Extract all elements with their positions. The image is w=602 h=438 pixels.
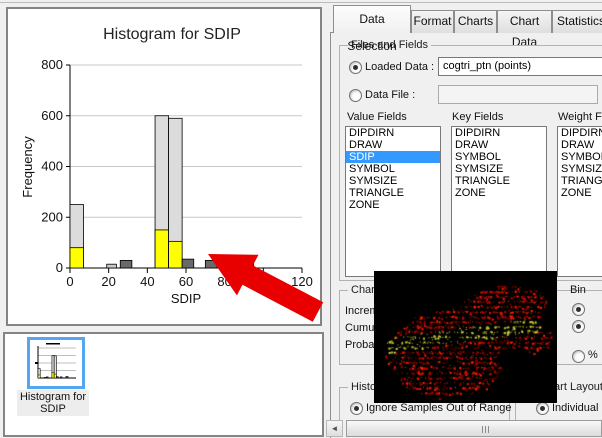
svg-text:100: 100 [252, 274, 274, 289]
weight-fields-label: Weight Fields [558, 111, 602, 123]
key-fields-label: Key Fields [452, 111, 503, 123]
chart-thumbnail-caption[interactable]: Histogram for SDIP [17, 390, 89, 416]
chart-panel: 0 200 400 600 800 0 20 40 60 80 100 120 Histogram fo… [6, 7, 322, 326]
individual-radio[interactable] [536, 402, 549, 415]
list-item-symbol[interactable]: SYMBOL [346, 163, 440, 175]
loaded-data-radio[interactable] [349, 61, 362, 74]
loaded-data-combobox[interactable]: cogtri_ptn (points) [438, 57, 602, 76]
value-fields-label: Value Fields [347, 111, 407, 123]
list-item-zone[interactable]: ZONE [452, 187, 546, 199]
svg-text:20: 20 [101, 274, 115, 289]
svg-text:Histogram for SDIP: Histogram for SDIP [103, 26, 241, 43]
scrollbar-grip-icon [482, 426, 493, 433]
list-item-draw[interactable]: DRAW [452, 139, 546, 151]
weight-fields-listbox[interactable]: DIPDIRNDRAWSYMBOLSYMSIZETRIANGLEZONE [557, 126, 602, 277]
svg-text:0: 0 [56, 260, 63, 275]
tab-data-selection[interactable]: Data Selection [333, 5, 411, 33]
ignore-samples-label: Ignore Samples Out of Range [366, 402, 512, 414]
svg-text:800: 800 [41, 57, 63, 72]
list-item-symsize[interactable]: SYMSIZE [452, 163, 546, 175]
svg-text:40: 40 [140, 274, 154, 289]
individual-label: Individual [552, 402, 598, 414]
list-item-zone[interactable]: ZONE [558, 187, 602, 199]
chart-thumbnail-preview [30, 340, 82, 386]
window-top-edge [0, 2, 602, 3]
data-file-radio[interactable] [349, 89, 362, 102]
data-file-label: Data File : [365, 89, 415, 101]
caption-line-2: SDIP [17, 403, 89, 415]
list-item-dipdirn[interactable]: DIPDIRN [346, 127, 440, 139]
scrollbar-thumb[interactable] [346, 420, 602, 437]
tab-charts[interactable]: Charts [454, 10, 497, 33]
chart-thumbnail[interactable] [27, 337, 85, 389]
list-item-triangle[interactable]: TRIANGLE [346, 187, 440, 199]
list-item-symbol[interactable]: SYMBOL [452, 151, 546, 163]
tab-statistics[interactable]: Statistics [552, 10, 602, 33]
list-item-triangle[interactable]: TRIANGLE [558, 175, 602, 187]
svg-text:200: 200 [41, 209, 63, 224]
histogram-tool-window: 0 200 400 600 800 0 20 40 60 80 100 120 Histogram fo… [0, 0, 602, 438]
percent-radio[interactable] [572, 350, 585, 363]
tab-format[interactable]: Format [411, 10, 454, 33]
scroll-left-button[interactable]: ◄ [326, 420, 343, 437]
svg-text:120: 120 [291, 274, 313, 289]
list-item-symsize[interactable]: SYMSIZE [558, 163, 602, 175]
list-item-zone[interactable]: ZONE [346, 199, 440, 211]
caption-line-1: Histogram for [17, 391, 89, 403]
value-fields-listbox[interactable]: DIPDIRNDRAWSDIPSYMBOLSYMSIZETRIANGLEZONE [345, 126, 441, 277]
point-cloud-overlay-image [374, 271, 557, 403]
svg-text:0: 0 [66, 274, 73, 289]
list-item-draw[interactable]: DRAW [558, 139, 602, 151]
ignore-samples-radio[interactable] [350, 402, 363, 415]
list-item-dipdirn[interactable]: DIPDIRN [558, 127, 602, 139]
bin-option-radio-1[interactable] [572, 303, 585, 316]
svg-text:600: 600 [41, 108, 63, 123]
svg-text:80: 80 [217, 274, 231, 289]
data-file-input[interactable] [438, 85, 598, 104]
svg-text:SDIP: SDIP [171, 291, 201, 306]
svg-text:400: 400 [41, 159, 63, 174]
key-fields-listbox[interactable]: DIPDIRNDRAWSYMBOLSYMSIZETRIANGLEZONE [451, 126, 547, 277]
list-item-triangle[interactable]: TRIANGLE [452, 175, 546, 187]
list-item-sdip[interactable]: SDIP [346, 151, 440, 163]
percent-label: % [588, 349, 598, 361]
svg-text:60: 60 [179, 274, 193, 289]
list-item-dipdirn[interactable]: DIPDIRN [452, 127, 546, 139]
tab-chart-data[interactable]: Chart Data [497, 10, 552, 33]
list-item-draw[interactable]: DRAW [346, 139, 440, 151]
histogram-chart: 0 200 400 600 800 0 20 40 60 80 100 120 Histogram fo… [8, 9, 316, 320]
horizontal-scrollbar[interactable]: ◄ [326, 420, 602, 437]
bin-option-radio-2[interactable] [572, 320, 585, 333]
list-item-symsize[interactable]: SYMSIZE [346, 175, 440, 187]
loaded-data-label: Loaded Data : [365, 61, 434, 73]
svg-text:Frequency: Frequency [20, 136, 35, 198]
bin-label: Bin [570, 284, 586, 296]
list-item-symbol[interactable]: SYMBOL [558, 151, 602, 163]
thumbnail-strip: Histogram for SDIP [3, 332, 324, 437]
